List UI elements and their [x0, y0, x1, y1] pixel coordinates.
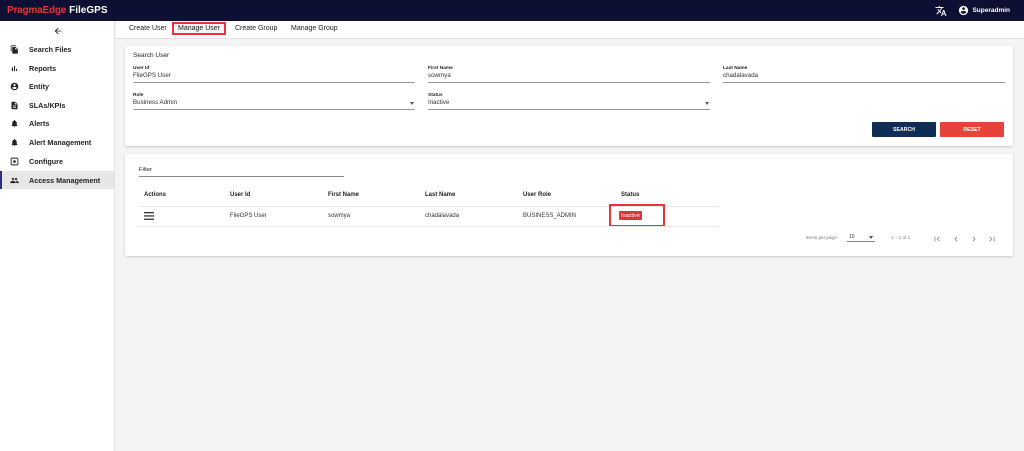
sidebar-item-label: Reports [29, 63, 57, 73]
reset-button[interactable]: RESET [940, 122, 1004, 137]
account-circle-icon [10, 82, 19, 91]
sidebar-item-alerts[interactable]: Alerts [0, 114, 114, 132]
sidebar-item-label: Search Files [29, 44, 72, 54]
sidebar-item-label: Alerts [29, 118, 50, 128]
field-value[interactable]: sowmya [428, 72, 451, 79]
sidebar-item-slas-kpis[interactable]: SLAs/KPIs [0, 96, 114, 114]
section-title: Search User [133, 52, 170, 59]
field-value[interactable]: Inactive [428, 99, 449, 106]
brand-logo[interactable]: PragmaEdge FileGPS [0, 5, 108, 16]
row-divider [139, 226, 719, 227]
sidebar-item-label: Configure [29, 156, 63, 166]
column-header-user-id: User Id [230, 192, 251, 198]
sidebar: Search Files Reports Entity SLAs/KPIs Al… [0, 21, 115, 451]
file-icon [10, 44, 19, 54]
field-label: Last Name [723, 66, 748, 71]
page-size-select[interactable]: 10 [847, 233, 875, 242]
field-label: Role [133, 93, 144, 98]
filter-input[interactable]: Filter [139, 165, 344, 177]
bar-chart-icon [10, 64, 19, 73]
menu-icon[interactable] [144, 212, 154, 220]
status-select[interactable]: Status Inactive [428, 93, 710, 110]
column-header-first-name: First Name [328, 192, 360, 198]
sidebar-item-configure[interactable]: Configure [0, 152, 114, 170]
bell-settings-icon [10, 138, 19, 147]
column-header-status: Status [621, 192, 640, 198]
filter-label: Filter [139, 167, 152, 173]
sidebar-item-label: Alert Management [29, 137, 92, 147]
tab-manage-group[interactable]: Manage Group [291, 25, 338, 32]
settings-box-icon [10, 157, 19, 166]
brand-name-part2: FileGPS [69, 5, 108, 16]
items-per-page-label: Items per page: [806, 235, 838, 240]
field-label: First Name [428, 66, 453, 71]
cell-user-id: FileGPS User [230, 213, 267, 219]
translate-icon[interactable] [934, 5, 948, 17]
role-select[interactable]: Role Business Admin [133, 93, 415, 110]
sidebar-item-label: SLAs/KPIs [29, 100, 66, 110]
chevron-down-icon[interactable] [410, 102, 414, 105]
results-card: Filter Actions User Id First Name Last N… [125, 154, 1013, 256]
top-right-actions: Superadmin [934, 0, 1010, 21]
cell-last-name: chadalavada [425, 213, 460, 219]
page-size-value[interactable]: 10 [849, 234, 855, 240]
sidebar-item-access-management[interactable]: Access Management [0, 171, 114, 189]
next-page-icon[interactable] [969, 234, 979, 244]
first-page-icon[interactable] [932, 234, 942, 244]
sub-tabs: Create User Manage User Create Group Man… [116, 21, 1024, 39]
sidebar-item-label: Access Management [29, 175, 101, 185]
sidebar-item-label: Entity [29, 81, 49, 91]
brand-name-part1: PragmaEdge [7, 5, 67, 16]
user-id-field[interactable]: User Id FileGPS User [133, 66, 415, 83]
last-name-field[interactable]: Last Name chadalavada [723, 66, 1005, 83]
tab-create-user[interactable]: Create User [129, 25, 167, 32]
user-name[interactable]: Superadmin [972, 7, 1010, 14]
field-value[interactable]: chadalavada [723, 72, 758, 79]
column-header-actions: Actions [144, 192, 167, 198]
search-button[interactable]: SEARCH [872, 122, 936, 137]
field-value[interactable]: FileGPS User [133, 72, 171, 79]
tab-create-group[interactable]: Create Group [235, 25, 277, 32]
people-icon [10, 176, 19, 185]
last-page-icon[interactable] [987, 234, 997, 244]
chevron-down-icon[interactable] [705, 102, 709, 105]
field-label: User Id [133, 66, 150, 71]
column-header-user-role: User Role [523, 192, 552, 198]
account-circle-icon[interactable] [958, 5, 969, 16]
column-header-last-name: Last Name [425, 192, 456, 198]
field-label: Status [428, 93, 443, 98]
top-bar: PragmaEdge FileGPS Superadmin [0, 0, 1024, 21]
field-value[interactable]: Business Admin [133, 99, 177, 106]
status-badge: Inactive [619, 211, 642, 220]
first-name-field[interactable]: First Name sowmya [428, 66, 710, 83]
prev-page-icon[interactable] [951, 234, 961, 244]
cell-user-role: BUSINESS_ADMIN [523, 213, 577, 219]
sidebar-item-search-files[interactable]: Search Files [0, 40, 114, 58]
cell-first-name: sowmya [328, 213, 351, 219]
bell-icon [10, 119, 19, 128]
chevron-down-icon[interactable] [869, 236, 873, 239]
document-icon [10, 101, 19, 110]
tab-manage-user[interactable]: Manage User [172, 22, 227, 35]
search-user-card: Search User User Id FileGPS User First N… [125, 46, 1013, 146]
sidebar-item-entity[interactable]: Entity [0, 77, 114, 95]
sidebar-item-reports[interactable]: Reports [0, 59, 114, 77]
range-label: 1 – 1 of 1 [891, 235, 911, 240]
arrow-left-icon[interactable] [52, 26, 64, 36]
sidebar-item-alert-management[interactable]: Alert Management [0, 133, 114, 151]
